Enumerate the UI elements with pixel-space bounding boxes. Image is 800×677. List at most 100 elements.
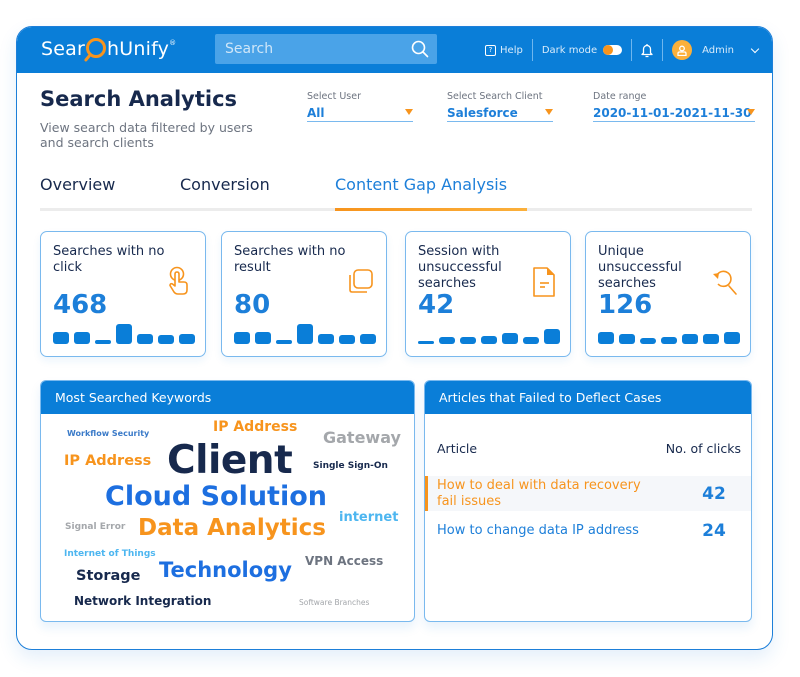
sparkline <box>598 322 740 344</box>
dropdown-value: All <box>307 106 325 120</box>
user-name: Admin <box>702 44 734 56</box>
sparkline-bar <box>255 332 271 344</box>
sparkline-bar <box>439 337 455 344</box>
bell-icon[interactable] <box>641 43 653 58</box>
keyword[interactable]: internet <box>339 510 398 525</box>
active-tab-indicator <box>335 208 527 211</box>
card-value: 42 <box>418 290 455 320</box>
table-header: Article No. of clicks <box>437 441 741 456</box>
keyword[interactable]: Signal Error <box>65 522 125 532</box>
toggle-switch[interactable] <box>603 45 623 55</box>
article-link[interactable]: How to deal with data recovery fail issu… <box>425 478 657 510</box>
date-range-dropdown[interactable]: 2020-11-01-2021-11-30 <box>593 106 755 122</box>
registered-mark: ® <box>169 39 177 47</box>
table-row[interactable]: How to change data IP address 24 <box>425 517 751 545</box>
sparkline-bar <box>74 332 90 344</box>
select-user-dropdown[interactable]: All <box>307 106 413 122</box>
date-range-filter: Date range 2020-11-01-2021-11-30 <box>593 91 755 122</box>
sparkline-bar <box>724 332 740 344</box>
keyword[interactable]: Workflow Security <box>67 429 149 438</box>
card-searches-no-result[interactable]: Searches with no result 80 <box>221 231 387 357</box>
keyword[interactable]: Client <box>167 438 293 483</box>
card-searches-no-click[interactable]: Searches with no click 468 <box>40 231 206 357</box>
dropdown-arrow-icon <box>747 109 755 115</box>
keyword[interactable]: Network Integration <box>74 594 211 608</box>
sparkline-bar <box>137 334 153 344</box>
sparkline-bar <box>339 335 355 344</box>
keyword[interactable]: IP Address <box>213 419 297 435</box>
filter-label: Select User <box>307 91 361 102</box>
sparkline-bar <box>619 334 635 344</box>
header-actions: ? Help Dark mode Admin <box>485 27 760 73</box>
sparkline-bar <box>544 329 560 344</box>
card-title: Searches with no result <box>234 244 346 275</box>
sparkline-bar <box>661 337 677 344</box>
app-frame: Sear hUnify® ? Help Dark mode <box>16 26 773 650</box>
top-bar: Sear hUnify® ? Help Dark mode <box>17 27 772 73</box>
search-undo-icon <box>713 270 737 295</box>
table-row[interactable]: How to deal with data recovery fail issu… <box>425 476 751 511</box>
sparkline-bar <box>297 324 313 344</box>
card-unique-unsuccessful[interactable]: Unique unsuccessful searches 126 <box>585 231 751 357</box>
keyword[interactable]: Data Analytics <box>138 515 326 541</box>
column-header-article: Article <box>437 441 478 456</box>
sparkline-bar <box>158 335 174 344</box>
help-icon: ? <box>485 44 497 56</box>
sparkline-bar <box>523 337 539 344</box>
logo-magnifier-icon <box>86 38 107 58</box>
sparkline <box>53 322 195 344</box>
user-icon <box>677 45 687 56</box>
divider <box>531 39 533 61</box>
tab-content-gap-analysis[interactable]: Content Gap Analysis <box>335 175 507 194</box>
article-link[interactable]: How to change data IP address <box>425 523 657 539</box>
sparkline-bar <box>53 332 69 344</box>
dark-mode-label: Dark mode <box>541 44 598 56</box>
sparkline-bar <box>682 334 698 344</box>
card-title: Session with unsuccessful searches <box>418 244 502 291</box>
tab-overview[interactable]: Overview <box>40 175 115 194</box>
keyword[interactable]: Software Branches <box>299 598 369 607</box>
tab-conversion[interactable]: Conversion <box>180 175 270 194</box>
keyword[interactable]: VPN Access <box>305 554 383 568</box>
card-sessions-unsuccessful[interactable]: Session with unsuccessful searches 42 <box>405 231 571 357</box>
filter-label: Select Search Client <box>447 91 543 102</box>
keyword[interactable]: Technology <box>159 558 292 582</box>
keyword[interactable]: Internet of Things <box>64 549 156 559</box>
click-count: 24 <box>702 521 726 541</box>
dropdown-value: 2020-11-01-2021-11-30 <box>593 106 752 120</box>
help-label: Help <box>500 44 523 56</box>
keyword[interactable]: Single Sign-On <box>313 461 388 471</box>
dark-mode-toggle[interactable]: Dark mode <box>541 44 623 56</box>
search-box <box>215 34 437 64</box>
sparkline-bar <box>179 334 195 344</box>
card-title: Unique unsuccessful searches <box>598 244 682 291</box>
keyword[interactable]: Storage <box>76 568 141 584</box>
select-search-client-filter: Select Search Client Salesforce <box>447 91 553 122</box>
help-link[interactable]: ? Help <box>485 44 523 56</box>
select-search-client-dropdown[interactable]: Salesforce <box>447 106 553 122</box>
keyword[interactable]: Gateway <box>323 428 401 447</box>
user-menu[interactable]: Admin <box>672 40 760 60</box>
keyword[interactable]: Cloud Solution <box>105 481 327 512</box>
divider <box>662 39 664 61</box>
keyword[interactable]: IP Address <box>64 453 151 469</box>
document-icon <box>533 267 555 297</box>
click-count: 42 <box>702 483 726 504</box>
search-icon[interactable] <box>411 40 429 58</box>
sparkline <box>234 322 376 344</box>
logo[interactable]: Sear hUnify® <box>41 38 176 60</box>
divider <box>631 39 633 61</box>
search-input[interactable] <box>215 34 405 64</box>
articles-failed-deflect-panel: Articles that Failed to Deflect Cases Ar… <box>424 380 752 622</box>
logo-text-start: Sear <box>41 38 86 60</box>
logo-text-end: hUnify <box>107 38 170 60</box>
sparkline <box>418 322 560 344</box>
sparkline-bar <box>95 340 111 344</box>
dropdown-arrow-icon <box>545 109 553 115</box>
panel-title: Most Searched Keywords <box>41 381 414 414</box>
card-value: 126 <box>598 290 653 320</box>
avatar <box>672 40 693 60</box>
card-value: 468 <box>53 290 108 320</box>
panel-title: Articles that Failed to Deflect Cases <box>425 381 751 414</box>
keyword-cloud: Workflow Security IP Address Gateway IP … <box>41 414 414 621</box>
